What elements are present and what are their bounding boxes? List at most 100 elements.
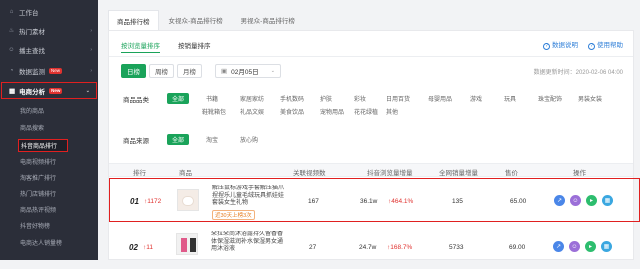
date-value: 02月05日 xyxy=(231,69,259,76)
cart-icon[interactable]: ▦ xyxy=(601,241,612,252)
sidebar-sub-good-list[interactable]: 抖音好物榜 xyxy=(0,219,98,231)
th-actions: 操作 xyxy=(573,170,586,177)
category-chip[interactable]: 日用百货 xyxy=(381,93,415,104)
sidebar-item-streamer-search[interactable]: ☺ 播主查找 › xyxy=(0,43,98,57)
tab-sort-sales[interactable]: 按销量排序 xyxy=(178,37,211,53)
category-chip[interactable]: 家居家纺 xyxy=(235,93,269,104)
sidebar-item-hot-material[interactable]: ♨ 热门素材 › xyxy=(0,24,98,38)
th-price[interactable]: 售价 xyxy=(505,167,518,177)
video-icon[interactable]: ▸ xyxy=(586,195,597,206)
new-badge: New xyxy=(49,87,63,94)
main-area: 商品排行榜 女视众-商品排行榜 男视众-商品排行榜 按浏览量排序 按销量排序 ?… xyxy=(98,0,640,260)
category-chip[interactable]: 美食饮品 xyxy=(275,106,309,117)
sidebar-item-label: 数据监测 xyxy=(19,69,45,76)
category-chip[interactable]: 礼品文娱 xyxy=(235,106,269,117)
views-growth: ↑464.1% xyxy=(388,198,414,205)
table-row[interactable]: 02 ↑11 朵拉朵尚沐浴露持久留香香体保湿滋润补水保湿男女通用沐浴液 27 2… xyxy=(109,225,633,269)
monitor-icon: ◔ xyxy=(9,67,14,74)
product-name[interactable]: 解压鼠标游戏手套解压猫爪捏捏乐儿童毛绒玩具抓娃娃套装女生礼物 xyxy=(212,185,284,208)
th-product: 商品 xyxy=(179,170,192,177)
chevron-right-icon: › xyxy=(90,28,92,34)
chevron-down-icon: ⌄ xyxy=(270,68,275,74)
table-row[interactable]: 01 ↑1172 解压鼠标游戏手套解压猫爪捏捏乐儿童毛绒玩具抓娃娃套装女生礼物 … xyxy=(109,178,640,222)
trend-icon[interactable]: ↗ xyxy=(553,241,564,252)
tab-sort-views[interactable]: 按浏览量排序 xyxy=(121,37,160,53)
rank-change: ↑11 xyxy=(143,244,153,251)
data-desc-link[interactable]: ? 数据说明 xyxy=(543,39,578,50)
category-chip[interactable]: 珠宝配饰 xyxy=(533,93,567,104)
date-picker[interactable]: ▣ 02月05日 ⌄ xyxy=(215,64,281,78)
fire-icon: ♨ xyxy=(8,27,15,34)
category-chip[interactable]: 玩具 xyxy=(499,93,521,104)
category-chip[interactable]: 彩妆 xyxy=(349,93,371,104)
category-chip[interactable]: 游戏 xyxy=(465,93,487,104)
product-thumbnail[interactable] xyxy=(176,233,198,255)
category-chip-all[interactable]: 全部 xyxy=(167,93,190,104)
sidebar-item-label: 工作台 xyxy=(19,10,39,17)
calendar-icon: ▣ xyxy=(221,68,228,75)
sidebar-sub-video-rank[interactable]: 电商视频排行 xyxy=(0,155,98,167)
question-icon: ? xyxy=(543,43,550,50)
price: 65.00 xyxy=(510,198,527,205)
sidebar-sub-douyin-rank[interactable]: 抖音商品排行 xyxy=(18,139,68,152)
views-growth: ↑168.7% xyxy=(387,244,413,251)
trend-icon[interactable]: ↗ xyxy=(554,195,565,206)
th-sales[interactable]: 全网销量增量 xyxy=(439,167,478,177)
tab-product-rank[interactable]: 商品排行榜 xyxy=(108,10,159,30)
period-selector: 日榜 周榜 月榜 xyxy=(121,64,205,78)
category-chip[interactable]: 手机数码 xyxy=(275,93,309,104)
sidebar-sub-shop-rank[interactable]: 热门店铺排行 xyxy=(0,187,98,199)
sales-increment: 135 xyxy=(452,198,463,205)
source-label: 商品来源 xyxy=(123,138,149,145)
category-chip[interactable]: 书籍 xyxy=(201,93,223,104)
period-week-button[interactable]: 周榜 xyxy=(149,64,174,78)
sidebar-item-workbench[interactable]: ⌂ 工作台 xyxy=(0,5,98,19)
tab-female-rank[interactable]: 女视众-商品排行榜 xyxy=(161,10,231,30)
source-chip-fangxingou[interactable]: 放心购 xyxy=(235,134,263,145)
category-chip[interactable]: 宠物用品 xyxy=(315,106,349,117)
user-icon[interactable]: ☺ xyxy=(569,241,580,252)
tab-male-rank[interactable]: 男视众-商品排行榜 xyxy=(233,10,303,30)
sidebar-sub-product-search[interactable]: 商品搜索 xyxy=(0,121,98,133)
sidebar-sub-influencer-sales[interactable]: 电商达人销量榜 xyxy=(0,236,98,248)
divider xyxy=(109,56,633,57)
source-chip-taobao[interactable]: 淘宝 xyxy=(201,134,223,145)
sidebar: ⌂ 工作台 ♨ 热门素材 › ☺ 播主查找 › ◔ 数据监测 New › ▦ 电… xyxy=(0,0,98,260)
video-icon[interactable]: ▸ xyxy=(585,241,596,252)
rank-number: 02 xyxy=(129,243,138,252)
help-link[interactable]: ? 使用帮助 xyxy=(588,39,623,50)
category-chip[interactable]: 其他 xyxy=(381,106,403,117)
category-chip[interactable]: 花花绿植 xyxy=(349,106,383,117)
rank-change: ↑1172 xyxy=(144,198,162,205)
category-chip[interactable]: 护肤 xyxy=(315,93,337,104)
chevron-down-icon: ⌄ xyxy=(85,87,90,94)
help-icon: ? xyxy=(588,43,595,50)
sidebar-item-data-monitor[interactable]: ◔ 数据监测 New › xyxy=(0,64,98,78)
source-chip-all[interactable]: 全部 xyxy=(167,134,190,145)
help-links: ? 数据说明 ? 使用帮助 xyxy=(543,39,623,50)
period-day-button[interactable]: 日榜 xyxy=(121,64,146,78)
product-thumbnail[interactable] xyxy=(177,189,199,211)
sidebar-sub-my-products[interactable]: 我的商品 xyxy=(0,104,98,116)
category-chip[interactable]: 鞋靴箱包 xyxy=(197,106,231,117)
cart-icon: ▦ xyxy=(9,87,16,95)
sidebar-group-ecommerce[interactable]: ▦ 电商分析 New ⌄ xyxy=(1,82,97,99)
cart-icon[interactable]: ▦ xyxy=(602,195,613,206)
chevron-right-icon: › xyxy=(90,47,92,53)
category-chip[interactable]: 母婴用品 xyxy=(423,93,457,104)
sidebar-sub-taoke-rank[interactable]: 淘客推广排行 xyxy=(0,171,98,183)
period-month-button[interactable]: 月榜 xyxy=(177,64,202,78)
row-actions: ↗ ☺ ▸ ▦ xyxy=(554,195,613,206)
update-time: 数据更新时间：2020-02-06 04:00 xyxy=(533,70,623,76)
sidebar-sub-hot-comment[interactable]: 商品热评视频 xyxy=(0,203,98,215)
sort-tabs: 按浏览量排序 按销量排序 xyxy=(121,37,211,53)
th-views[interactable]: 抖音浏览量增量 xyxy=(367,167,413,177)
table-header: 排行 商品 关联视频数 抖音浏览量增量 全网销量增量 售价 操作 xyxy=(109,163,633,177)
th-videos[interactable]: 关联视频数 xyxy=(293,167,326,177)
user-icon[interactable]: ☺ xyxy=(570,195,581,206)
chevron-right-icon: › xyxy=(90,68,92,74)
new-badge: New xyxy=(49,68,63,74)
category-chip[interactable]: 男装女装 xyxy=(573,93,607,104)
product-name[interactable]: 朵拉朵尚沐浴露持久留香香体保湿滋润补水保湿男女通用沐浴液 xyxy=(211,231,283,261)
row-actions: ↗ ☺ ▸ ▦ xyxy=(553,241,612,252)
